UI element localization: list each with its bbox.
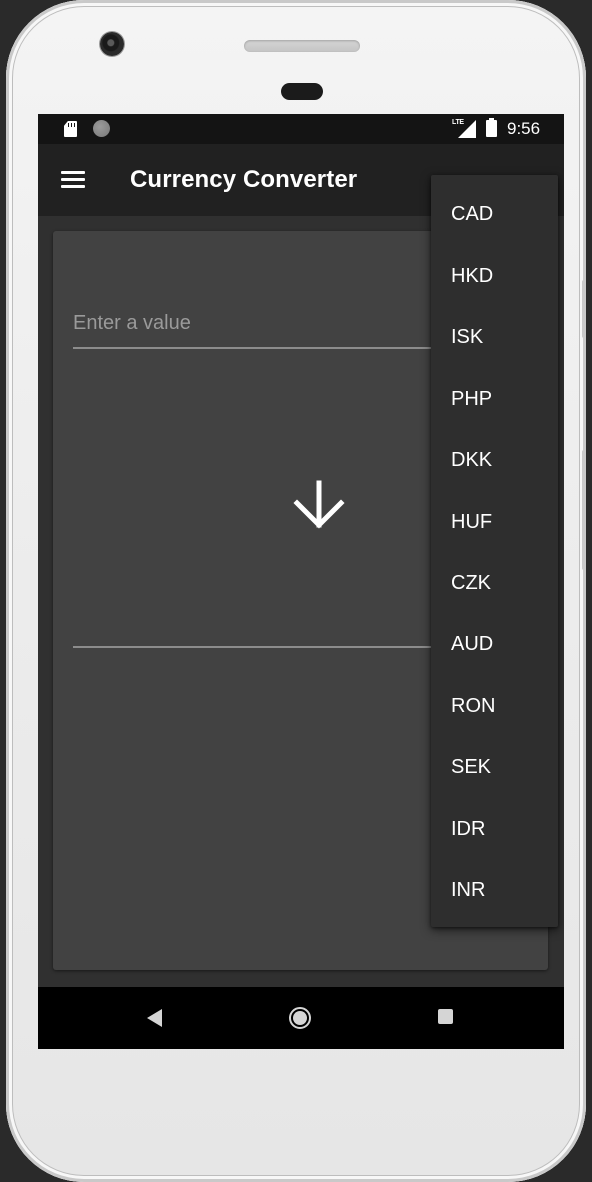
front-camera	[100, 32, 124, 56]
home-icon[interactable]	[289, 1007, 311, 1029]
screen: LTE 9:56 Currency Converter Enter a valu…	[38, 114, 564, 1049]
dropdown-item-aud[interactable]: AUD	[431, 614, 558, 675]
status-time: 9:56	[507, 119, 541, 138]
signal-icon	[458, 120, 476, 138]
dropdown-item-ron[interactable]: RON	[431, 676, 558, 737]
dropdown-item-php[interactable]: PHP	[431, 369, 558, 430]
menu-icon-bar	[61, 178, 85, 181]
battery-icon	[486, 118, 497, 137]
menu-icon[interactable]	[61, 171, 85, 189]
sd-card-icon	[64, 121, 77, 137]
lte-signal-icon: LTE	[452, 119, 476, 138]
recent-apps-icon[interactable]	[438, 1009, 453, 1024]
dropdown-item-inr[interactable]: INR	[431, 860, 558, 921]
menu-icon-bar	[61, 171, 85, 174]
dropdown-item-hkd[interactable]: HKD	[431, 246, 558, 307]
arrow-down-icon[interactable]	[291, 477, 347, 533]
phone-frame: LTE 9:56 Currency Converter Enter a valu…	[6, 0, 586, 1182]
back-icon[interactable]	[147, 1009, 162, 1027]
dropdown-item-cad[interactable]: CAD	[431, 184, 558, 245]
status-bar: LTE 9:56	[38, 114, 564, 144]
menu-icon-bar	[61, 185, 85, 188]
dropdown-item-isk[interactable]: ISK	[431, 307, 558, 368]
volume-button	[582, 280, 586, 338]
dropdown-item-idr[interactable]: IDR	[431, 799, 558, 860]
circle-icon	[93, 120, 110, 137]
app-title: Currency Converter	[130, 166, 358, 193]
currency-dropdown: CAD HKD ISK PHP DKK HUF CZK AUD RON SEK …	[431, 175, 558, 927]
dropdown-item-czk[interactable]: CZK	[431, 553, 558, 614]
value-input[interactable]	[73, 303, 473, 343]
navigation-bar	[38, 987, 564, 1049]
dropdown-item-huf[interactable]: HUF	[431, 492, 558, 553]
dropdown-item-dkk[interactable]: DKK	[431, 430, 558, 491]
speaker-grill	[244, 40, 360, 52]
power-button	[582, 450, 586, 570]
earpiece	[281, 83, 323, 100]
dropdown-item-sek[interactable]: SEK	[431, 737, 558, 798]
